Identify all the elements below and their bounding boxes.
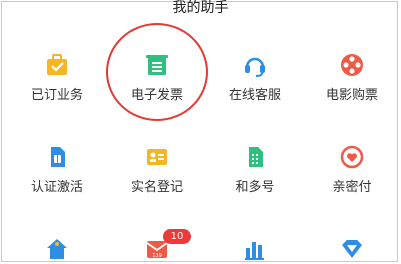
grid-item-real-name-registration[interactable]: 实名登记 bbox=[107, 144, 207, 196]
grid-item-online-service[interactable]: 在线客服 bbox=[205, 52, 305, 104]
panel-frame bbox=[1, 1, 398, 262]
grid-item-label: 亲密付 bbox=[332, 180, 372, 195]
grid-item-label: 已订业务 bbox=[30, 88, 83, 103]
heart-pay-icon bbox=[340, 145, 364, 169]
headset-icon bbox=[245, 57, 265, 77]
home-icon bbox=[47, 239, 67, 259]
grid-item-data-usage[interactable] bbox=[205, 236, 305, 262]
unread-count-badge: 10 bbox=[163, 229, 191, 244]
mail-icon-text: 139 bbox=[152, 253, 162, 259]
grid-item-verification-activation[interactable]: 认证激活 bbox=[7, 144, 107, 196]
briefcase-icon bbox=[47, 54, 67, 75]
grid-item-movie-tickets[interactable]: 电影购票 bbox=[302, 52, 401, 104]
grid-item-home[interactable] bbox=[7, 236, 107, 262]
grid-item-multi-number[interactable]: 和多号 bbox=[205, 144, 305, 196]
grid-item-subscribed-services[interactable]: 已订业务 bbox=[7, 52, 107, 104]
grid-item-intimate-pay[interactable]: 亲密付 bbox=[302, 144, 401, 196]
phone-number-icon bbox=[249, 147, 263, 167]
diamond-icon bbox=[342, 240, 362, 258]
grid-item-label: 在线客服 bbox=[228, 88, 281, 103]
film-reel-icon bbox=[341, 54, 363, 76]
highlight-circle bbox=[106, 23, 208, 121]
grid-item-mail[interactable]: 139 bbox=[107, 236, 207, 262]
grid-item-label: 和多号 bbox=[235, 180, 275, 195]
grid-item-label: 实名登记 bbox=[130, 180, 183, 195]
bar-chart-icon bbox=[245, 242, 264, 260]
sim-card-icon bbox=[51, 147, 65, 167]
grid-item-label: 电影购票 bbox=[325, 88, 378, 103]
grid-item-label: 认证激活 bbox=[30, 180, 83, 195]
id-card-icon bbox=[147, 149, 167, 165]
grid-item-vip[interactable] bbox=[302, 236, 401, 262]
page-title: 我的助手 bbox=[172, 0, 229, 16]
